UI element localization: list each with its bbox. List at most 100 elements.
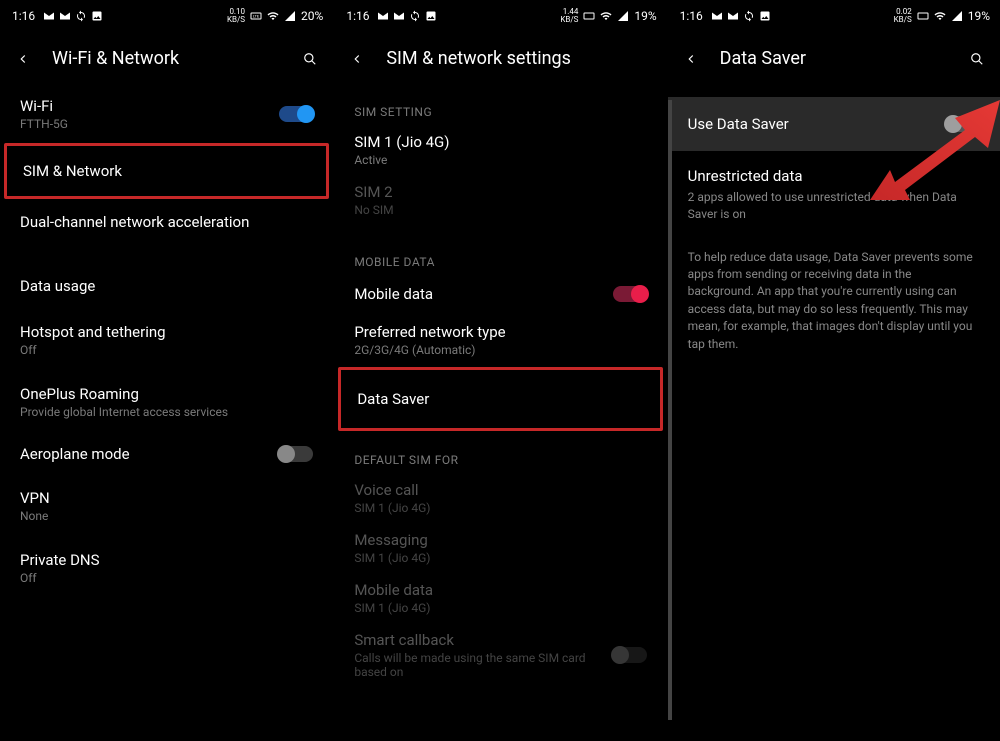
- row-dns[interactable]: Private DNS Off: [0, 537, 333, 599]
- gmail-icon: [59, 10, 71, 22]
- panel-wifi-network: 1:16 0.10 KB/S LTE 20% Wi-Fi & Network: [0, 0, 333, 741]
- hotspot-sub: Off: [20, 343, 313, 357]
- status-time: 1:16: [680, 9, 703, 23]
- battery-pct: 19%: [634, 9, 656, 23]
- row-mobile-data[interactable]: Mobile data: [334, 277, 666, 313]
- row-data-saver[interactable]: Data Saver: [338, 367, 662, 431]
- panel-data-saver: 1:16 0.02 KB/S 19% Data Saver: [667, 0, 1000, 741]
- battery-pct: 19%: [968, 9, 990, 23]
- row-vpn[interactable]: VPN None: [0, 475, 333, 537]
- sync-icon: [75, 10, 87, 22]
- row-hotspot[interactable]: Hotspot and tethering Off: [0, 309, 333, 371]
- image-icon: [425, 10, 437, 22]
- header: Wi-Fi & Network: [0, 28, 333, 85]
- chevron-left-icon: [350, 52, 364, 66]
- chevron-left-icon: [16, 52, 30, 66]
- vpn-label: VPN: [20, 489, 313, 507]
- data-usage-label: Data usage: [20, 277, 313, 295]
- row-unrestricted[interactable]: Unrestricted data 2 apps allowed to use …: [668, 151, 1000, 239]
- help-text: To help reduce data usage, Data Saver pr…: [668, 239, 1000, 363]
- scrollbar[interactable]: [668, 100, 672, 720]
- section-mobile-data: MOBILE DATA: [334, 225, 666, 277]
- signal-icon: [617, 10, 629, 22]
- gmail-icon: [377, 10, 389, 22]
- wifi-icon: [267, 10, 279, 22]
- sync-icon: [409, 10, 421, 22]
- back-button[interactable]: [684, 52, 698, 66]
- roaming-sub: Provide global Internet access services: [20, 405, 313, 419]
- section-sim-setting: SIM SETTING: [334, 85, 666, 127]
- sim2-sub: No SIM: [354, 203, 646, 217]
- row-sim-network[interactable]: SIM & Network: [4, 143, 329, 199]
- search-icon: [970, 52, 984, 66]
- data-saver-label: Data Saver: [357, 390, 429, 408]
- wifi-sub: FTTH-5G: [20, 117, 279, 131]
- image-icon: [759, 10, 771, 22]
- row-voice-call: Voice call SIM 1 (Jio 4G): [334, 475, 666, 523]
- wifi-toggle[interactable]: [279, 106, 313, 122]
- wifi-label: Wi-Fi: [20, 97, 279, 115]
- row-smart-callback: Smart callback Calls will be made using …: [334, 623, 666, 691]
- roaming-label: OnePlus Roaming: [20, 385, 313, 403]
- gmail-icon: [393, 10, 405, 22]
- search-icon: [303, 52, 317, 66]
- chevron-left-icon: [684, 52, 698, 66]
- row-use-data-saver[interactable]: Use Data Saver: [668, 97, 1000, 151]
- back-button[interactable]: [16, 52, 30, 66]
- status-time: 1:16: [346, 9, 369, 23]
- row-wifi[interactable]: Wi-Fi FTTH-5G: [0, 85, 333, 143]
- lte-icon: [917, 10, 929, 22]
- unrestricted-sub: 2 apps allowed to use unrestricted data …: [688, 189, 980, 223]
- airplane-label: Aeroplane mode: [20, 445, 279, 463]
- mobile-data-toggle[interactable]: [613, 286, 647, 302]
- row-messaging: Messaging SIM 1 (Jio 4G): [334, 523, 666, 573]
- battery-pct: 20%: [301, 9, 323, 23]
- sim2-label: SIM 2: [354, 183, 646, 201]
- row-mobile-data-default: Mobile data SIM 1 (Jio 4G): [334, 573, 666, 623]
- lte-icon: LTE: [250, 10, 262, 22]
- image-icon: [91, 10, 103, 22]
- voice-sub: SIM 1 (Jio 4G): [354, 501, 646, 515]
- sim-network-label: SIM & Network: [23, 162, 122, 180]
- row-sim2: SIM 2 No SIM: [334, 175, 666, 225]
- sim1-sub: Active: [354, 153, 646, 167]
- status-bar: 1:16 1.44 KB/S 19%: [334, 0, 666, 28]
- unrestricted-label: Unrestricted data: [688, 167, 980, 185]
- smart-cb-label: Smart callback: [354, 631, 612, 649]
- row-roaming[interactable]: OnePlus Roaming Provide global Internet …: [0, 371, 333, 433]
- back-button[interactable]: [350, 52, 364, 66]
- row-airplane[interactable]: Aeroplane mode: [0, 433, 333, 475]
- row-sim1[interactable]: SIM 1 (Jio 4G) Active: [334, 127, 666, 175]
- row-dual-channel[interactable]: Dual-channel network acceleration: [0, 199, 333, 245]
- hotspot-label: Hotspot and tethering: [20, 323, 313, 341]
- svg-text:LTE: LTE: [253, 14, 260, 19]
- search-button[interactable]: [303, 52, 317, 66]
- gmail-icon: [727, 10, 739, 22]
- panel-sim-settings: 1:16 1.44 KB/S 19% SIM & network setting…: [333, 0, 666, 741]
- status-time: 1:16: [12, 9, 35, 23]
- search-button[interactable]: [970, 52, 984, 66]
- dns-sub: Off: [20, 571, 313, 585]
- data-rate: 1.44 KB/S: [560, 8, 578, 24]
- gmail-icon: [43, 10, 55, 22]
- use-ds-toggle[interactable]: [946, 116, 980, 132]
- section-default-sim: DEFAULT SIM FOR: [334, 431, 666, 475]
- header: SIM & network settings: [334, 28, 666, 85]
- messaging-sub: SIM 1 (Jio 4G): [354, 551, 646, 565]
- pref-net-sub: 2G/3G/4G (Automatic): [354, 343, 646, 357]
- header: Data Saver: [668, 28, 1000, 85]
- wifi-icon: [600, 10, 612, 22]
- mobile-data-label: Mobile data: [354, 285, 612, 303]
- dual-channel-label: Dual-channel network acceleration: [20, 213, 313, 231]
- status-bar: 1:16 0.02 KB/S 19%: [668, 0, 1000, 28]
- vpn-sub: None: [20, 509, 313, 523]
- smart-cb-sub: Calls will be made using the same SIM ca…: [354, 651, 612, 679]
- signal-icon: [284, 10, 296, 22]
- airplane-toggle[interactable]: [279, 446, 313, 462]
- row-data-usage[interactable]: Data usage: [0, 263, 333, 309]
- sim1-label: SIM 1 (Jio 4G): [354, 133, 646, 151]
- sync-icon: [743, 10, 755, 22]
- row-pref-net[interactable]: Preferred network type 2G/3G/4G (Automat…: [334, 313, 666, 367]
- signal-icon: [951, 10, 963, 22]
- pref-net-label: Preferred network type: [354, 323, 646, 341]
